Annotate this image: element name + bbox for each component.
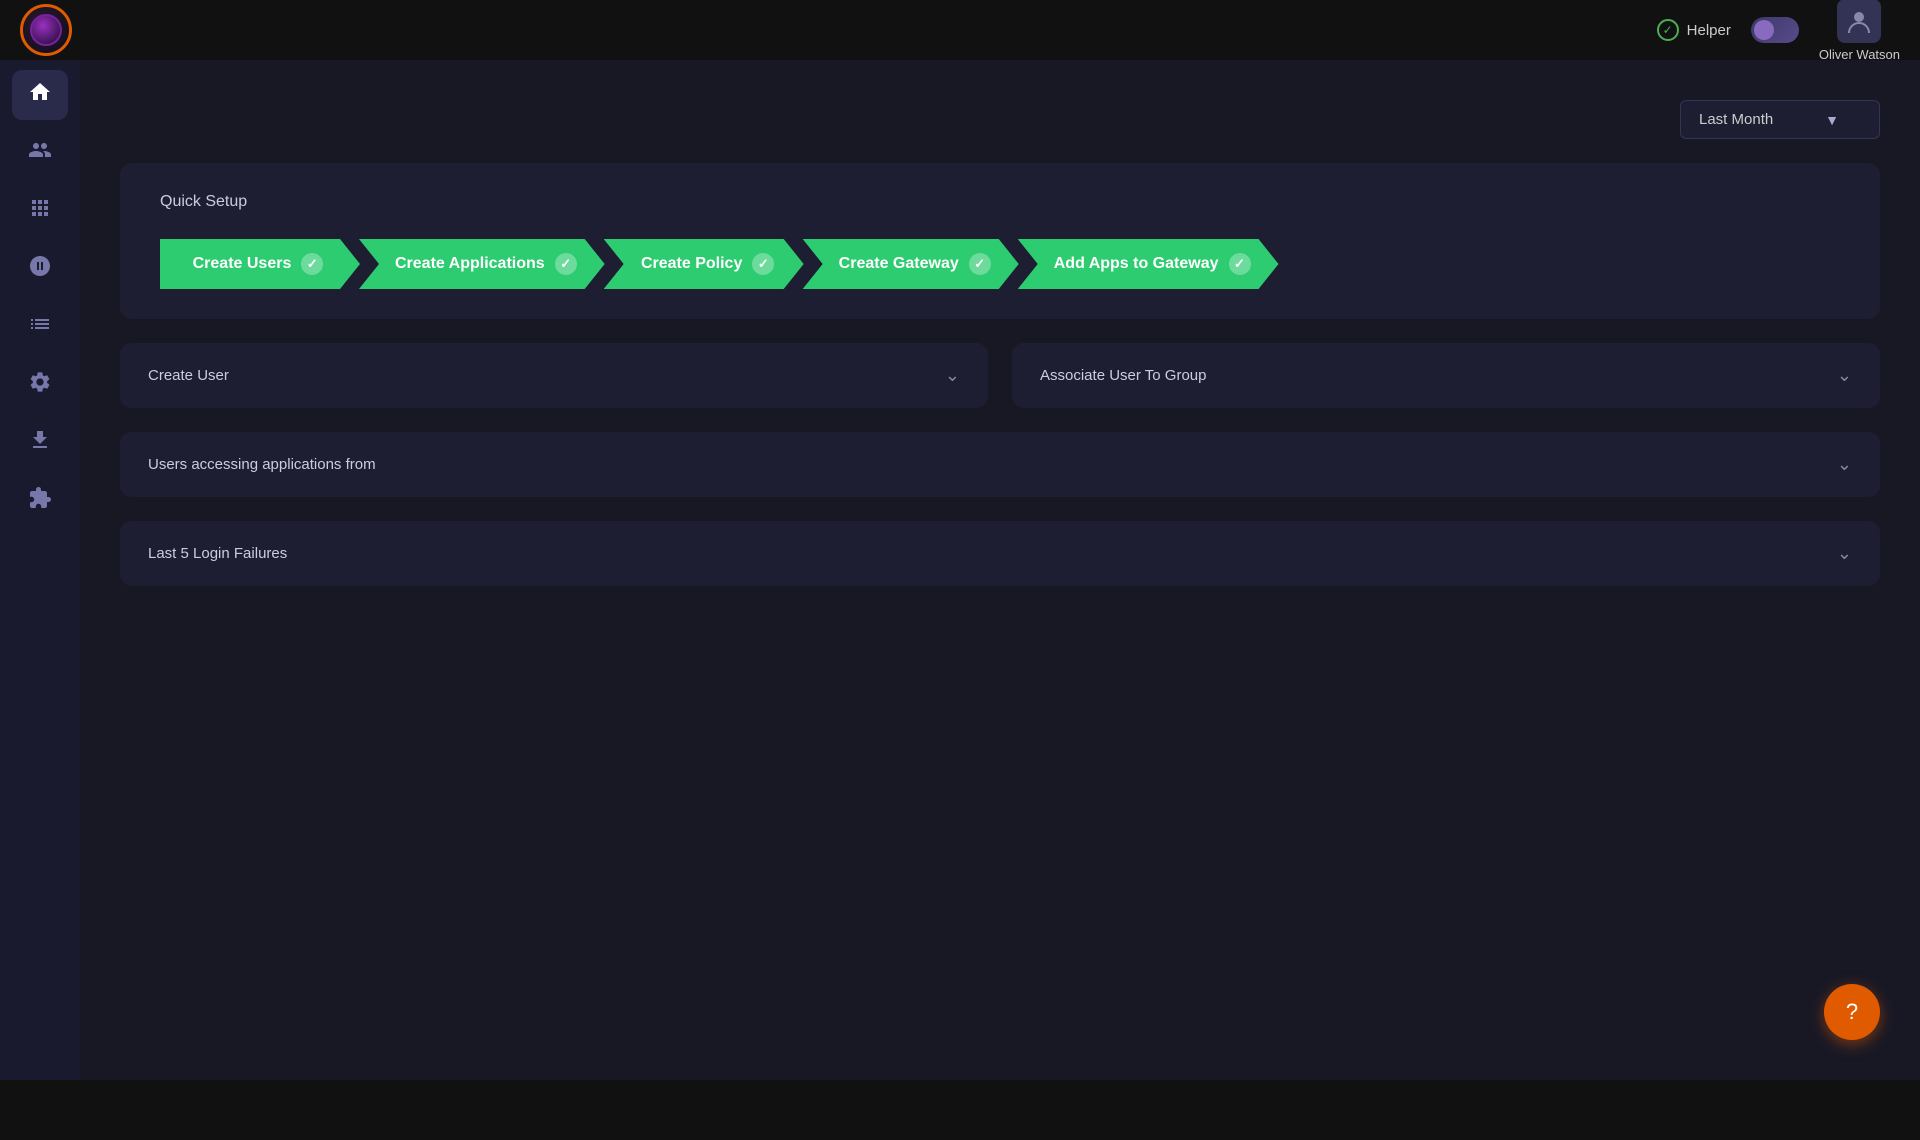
users-icon — [28, 138, 52, 168]
step-create-gateway[interactable]: Create Gateway ✓ — [803, 239, 1019, 289]
step-create-applications-check: ✓ — [555, 253, 577, 275]
sidebar-item-settings[interactable] — [12, 360, 68, 410]
settings-icon — [28, 370, 52, 400]
users-accessing-chevron[interactable]: ⌄ — [1837, 454, 1852, 475]
help-fab-button[interactable]: ? — [1824, 984, 1880, 1040]
theme-toggle[interactable] — [1751, 17, 1799, 43]
step-create-policy-label: Create Policy — [641, 255, 742, 273]
toggle-knob — [1754, 20, 1774, 40]
main-content: Last Month ▼ Quick Setup Create Users ✓ … — [80, 60, 1920, 1080]
user-name: Oliver Watson — [1819, 47, 1900, 62]
create-user-header: Create User ⌄ — [148, 365, 960, 386]
step-create-policy-check: ✓ — [752, 253, 774, 275]
sidebar-item-policies[interactable] — [12, 302, 68, 352]
two-col-cards: Create User ⌄ Associate User To Group ⌄ — [120, 343, 1880, 408]
step-create-policy[interactable]: Create Policy ✓ — [604, 239, 804, 289]
help-fab-icon: ? — [1846, 999, 1858, 1025]
sidebar-item-extensions[interactable] — [12, 476, 68, 526]
user-area[interactable]: Oliver Watson — [1819, 0, 1900, 62]
sidebar-item-groups[interactable] — [12, 244, 68, 294]
logo-inner — [30, 14, 62, 46]
step-create-applications[interactable]: Create Applications ✓ — [359, 239, 605, 289]
users-accessing-header: Users accessing applications from ⌄ — [148, 454, 1852, 475]
sidebar-item-home[interactable] — [12, 70, 68, 120]
helper-label: Helper — [1687, 22, 1731, 39]
avatar — [1837, 0, 1881, 43]
users-accessing-title: Users accessing applications from — [148, 456, 376, 473]
create-user-chevron[interactable]: ⌄ — [945, 365, 960, 386]
create-user-title: Create User — [148, 367, 229, 384]
create-user-card: Create User ⌄ — [120, 343, 988, 408]
sidebar — [0, 60, 80, 1080]
steps-container: Create Users ✓ Create Applications ✓ Cre… — [160, 239, 1840, 289]
helper-button[interactable]: ✓ Helper — [1657, 19, 1731, 41]
step-add-apps-label: Add Apps to Gateway — [1054, 255, 1219, 273]
time-filter-dropdown[interactable]: Last Month ▼ — [1680, 100, 1880, 139]
sidebar-item-users[interactable] — [12, 128, 68, 178]
step-create-users[interactable]: Create Users ✓ — [160, 239, 360, 289]
step-add-apps-check: ✓ — [1229, 253, 1251, 275]
home-icon — [28, 80, 52, 110]
login-failures-header: Last 5 Login Failures ⌄ — [148, 543, 1852, 564]
login-failures-chevron[interactable]: ⌄ — [1837, 543, 1852, 564]
login-failures-card: Last 5 Login Failures ⌄ — [120, 521, 1880, 586]
top-bar: ✓ Helper Oliver Watson — [0, 0, 1920, 60]
step-create-applications-label: Create Applications — [395, 255, 545, 273]
download-icon — [28, 428, 52, 458]
sidebar-item-apps[interactable] — [12, 186, 68, 236]
sidebar-item-downloads[interactable] — [12, 418, 68, 468]
quick-setup-card: Quick Setup Create Users ✓ Create Applic… — [120, 163, 1880, 319]
associate-user-card: Associate User To Group ⌄ — [1012, 343, 1880, 408]
top-right-controls: ✓ Helper Oliver Watson — [1657, 0, 1900, 62]
app-logo — [20, 4, 72, 56]
users-accessing-card: Users accessing applications from ⌄ — [120, 432, 1880, 497]
step-create-gateway-label: Create Gateway — [839, 255, 959, 273]
time-filter-value: Last Month — [1699, 111, 1773, 128]
step-add-apps[interactable]: Add Apps to Gateway ✓ — [1018, 239, 1279, 289]
login-failures-title: Last 5 Login Failures — [148, 545, 287, 562]
step-create-gateway-check: ✓ — [969, 253, 991, 275]
step-create-users-label: Create Users — [193, 255, 292, 273]
user-groups-icon — [28, 254, 52, 284]
associate-user-chevron[interactable]: ⌄ — [1837, 365, 1852, 386]
time-filter-area: Last Month ▼ — [120, 100, 1880, 139]
step-create-users-check: ✓ — [301, 253, 323, 275]
associate-user-header: Associate User To Group ⌄ — [1040, 365, 1852, 386]
helper-icon: ✓ — [1657, 19, 1679, 41]
extensions-icon — [28, 486, 52, 516]
associate-user-title: Associate User To Group — [1040, 367, 1206, 384]
grid-icon — [28, 196, 52, 226]
logo-area — [20, 4, 72, 56]
dropdown-arrow-icon: ▼ — [1825, 112, 1839, 128]
list-icon — [28, 312, 52, 342]
quick-setup-title: Quick Setup — [160, 193, 1840, 211]
